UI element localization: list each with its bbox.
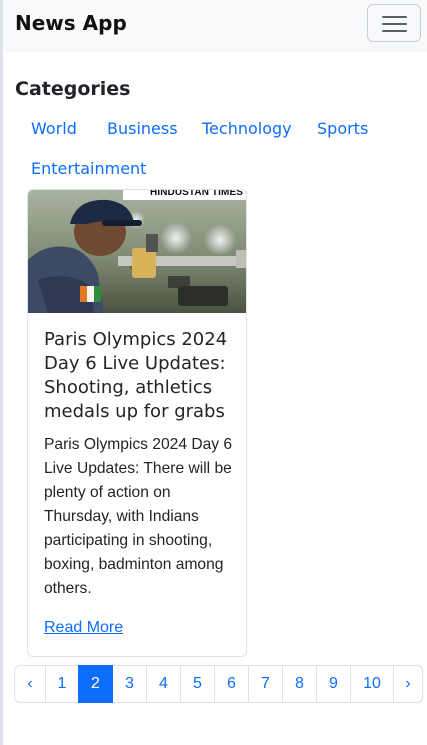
category-link-sports[interactable]: Sports [317, 119, 368, 139]
pagination-page-9[interactable]: 9 [316, 665, 351, 703]
pagination-page-8[interactable]: 8 [282, 665, 317, 703]
pagination-page-7[interactable]: 7 [248, 665, 283, 703]
category-link-entertainment[interactable]: Entertainment [31, 159, 146, 179]
pagination-page-10[interactable]: 10 [350, 665, 394, 703]
pagination-page-3[interactable]: 3 [112, 665, 147, 703]
category-link-technology[interactable]: Technology [202, 119, 292, 139]
app-brand[interactable]: News App [15, 10, 127, 36]
top-navbar: News App [3, 0, 427, 52]
hamburger-icon-bar [382, 30, 407, 32]
image-source-label: HINDUSTAN TIMES [150, 189, 243, 198]
news-card-description: Paris Olympics 2024 Day 6 Live Updates: … [44, 436, 233, 597]
category-link-world[interactable]: World [31, 119, 77, 139]
navbar-toggle-button[interactable] [367, 4, 421, 42]
pagination-page-5[interactable]: 5 [180, 665, 215, 703]
pagination-page-4[interactable]: 4 [146, 665, 181, 703]
categories-heading: Categories [15, 78, 131, 100]
category-link-business[interactable]: Business [107, 119, 178, 139]
pagination-page-6[interactable]: 6 [214, 665, 249, 703]
hamburger-icon-bar [382, 23, 407, 25]
read-more-link[interactable]: Read More [44, 618, 123, 638]
pagination-prev-button[interactable]: ‹ [14, 665, 46, 703]
page-left-edge [0, 0, 3, 745]
pagination-next-button[interactable]: › [393, 665, 423, 703]
pagination-page-1[interactable]: 1 [45, 665, 79, 703]
news-card: HINDUSTAN TIMES Paris Olympics 2024 Day … [27, 189, 247, 657]
hamburger-icon [382, 16, 407, 18]
pagination-page-2-active[interactable]: 2 [78, 665, 113, 703]
pagination: ‹ 1 2 3 4 5 6 7 8 9 10 › [14, 665, 423, 703]
news-card-image [28, 190, 246, 313]
news-card-title: Paris Olympics 2024 Day 6 Live Updates: … [44, 329, 228, 422]
